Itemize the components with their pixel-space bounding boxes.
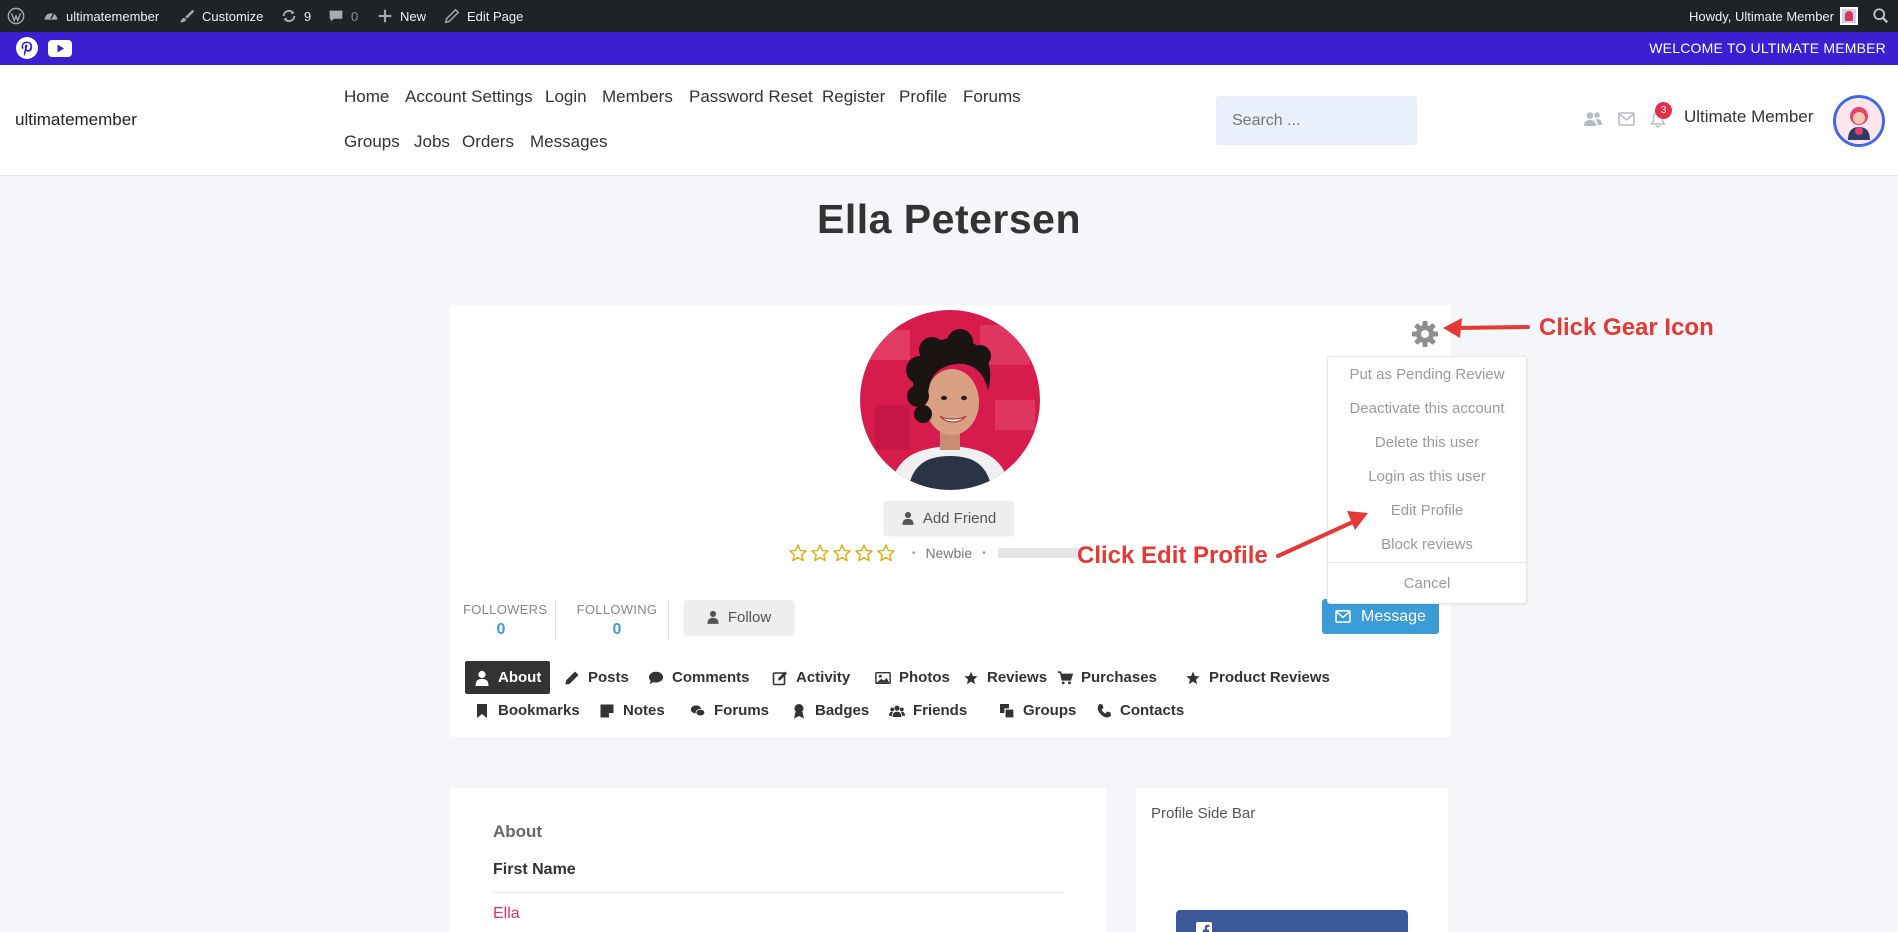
about-section: About First Name Ella: [450, 788, 1106, 932]
annotation-click-edit-profile: Click Edit Profile: [1077, 542, 1268, 569]
about-heading: About: [493, 822, 543, 841]
facebook-icon: [1196, 922, 1212, 932]
facebook-connect-button[interactable]: [1176, 910, 1408, 932]
gear-arrow-head: [1443, 318, 1462, 338]
edit-arrow-head: [1347, 511, 1368, 530]
annotation-click-gear: Click Gear Icon: [1539, 314, 1714, 341]
profile-sidebar: Profile Side Bar: [1136, 788, 1448, 932]
field-divider: [493, 892, 1063, 893]
edit-arrow: [1276, 519, 1357, 558]
first-name-value: Ella: [493, 905, 520, 922]
gear-arrow: [1452, 325, 1530, 330]
sidebar-title: Profile Side Bar: [1151, 805, 1256, 822]
first-name-label: First Name: [493, 861, 576, 878]
